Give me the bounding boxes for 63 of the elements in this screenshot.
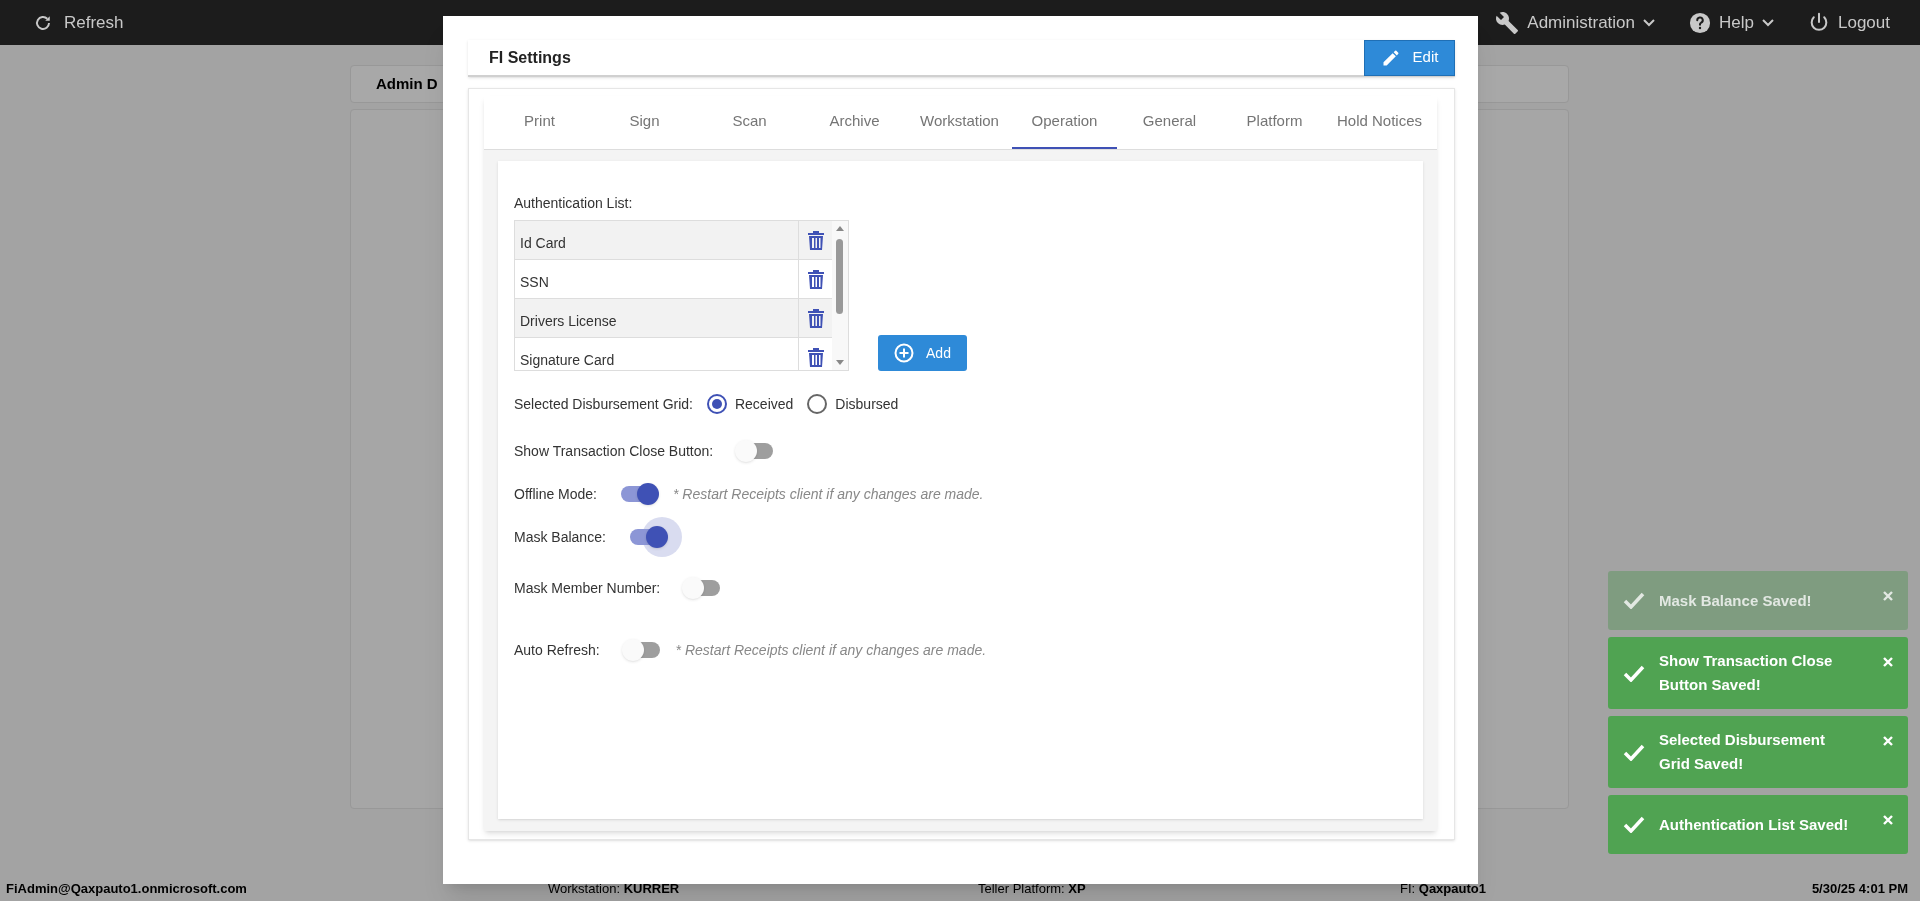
trash-icon[interactable] (807, 308, 824, 328)
menu-button[interactable]: Administration (1495, 9, 1656, 36)
setting-label: Selected Disbursement Grid: (514, 394, 693, 414)
menu-button[interactable]: Help (1689, 9, 1774, 36)
checkmark-icon (1623, 592, 1645, 609)
toggle-switch[interactable] (621, 638, 662, 662)
radio-option[interactable]: Received (706, 393, 794, 415)
user-email: FiAdmin@Qaxpauto1.onmicrosoft.com (6, 879, 247, 898)
scrollbar-thumb[interactable] (836, 239, 844, 314)
setting-label: Mask Balance: (514, 527, 606, 547)
restart-note: * Restart Receipts client if any changes are made. (673, 484, 984, 504)
fi-text: FI: Qaxpauto1 (1400, 879, 1486, 898)
settings-tab[interactable]: General (1117, 96, 1222, 149)
refresh-button[interactable]: Refresh (34, 9, 124, 36)
page-tab[interactable]: Admin D (376, 72, 438, 96)
toast-message: Show Transaction Close Button Saved! (1659, 651, 1834, 695)
settings-tab[interactable]: Archive (802, 96, 907, 149)
setting-label: Mask Member Number: (514, 578, 661, 598)
wrench-icon (1495, 10, 1520, 35)
settings-tab[interactable]: Sign (592, 96, 697, 149)
power-icon (1808, 11, 1830, 34)
close-icon[interactable] (1883, 591, 1893, 601)
field-label: Authentication List: (514, 194, 634, 210)
scroll-down-icon[interactable] (836, 360, 845, 365)
radio-button[interactable] (706, 394, 727, 414)
trash-icon[interactable] (807, 230, 824, 250)
caret-icon (1643, 18, 1656, 27)
checkmark-icon (1623, 816, 1645, 833)
settings-tab[interactable]: Scan (697, 96, 802, 149)
settings-tab[interactable]: Operation (1012, 96, 1117, 149)
toggle-switch[interactable] (619, 482, 659, 506)
list-item[interactable]: SSN (515, 260, 800, 298)
radio-button[interactable] (807, 394, 828, 414)
caret-icon (1762, 18, 1774, 27)
checkmark-icon (1623, 743, 1645, 761)
checkmark-icon (1623, 664, 1645, 682)
scrollbar[interactable] (832, 221, 848, 370)
setting-label: Auto Refresh: (514, 640, 600, 660)
toast-message: Selected Disbursement Grid Saved! (1659, 730, 1826, 774)
restart-note: * Restart Receipts client if any changes are made. (675, 640, 987, 660)
plus-circle-icon (894, 343, 915, 363)
toast-message: Authentication List Saved! (1659, 814, 1850, 835)
toast-message: Mask Balance Saved! (1659, 590, 1813, 611)
setting-label: Show Transaction Close Button: (514, 441, 714, 461)
date-time: 5/30/25 4:01 PM (1811, 879, 1908, 898)
trash-icon[interactable] (807, 347, 824, 367)
list-item[interactable]: Signature Card (515, 338, 800, 370)
add-button[interactable]: Add (878, 335, 967, 371)
menu-button[interactable]: Logout (1808, 9, 1890, 36)
setting-label: Offline Mode: (514, 484, 597, 504)
workstation-text: Workstation: KURRER (548, 879, 680, 898)
radio-option[interactable]: Disbursed (807, 393, 899, 415)
scroll-up-icon[interactable] (836, 226, 845, 231)
settings-tab[interactable]: Hold Notices (1327, 96, 1432, 149)
refresh-icon (34, 13, 52, 32)
settings-tab[interactable]: Print (487, 96, 592, 149)
dialog-title: FI Settings (489, 47, 571, 68)
settings-tab[interactable]: Workstation (907, 96, 1012, 149)
settings-tab[interactable]: Platform (1222, 96, 1327, 149)
help-icon (1689, 11, 1712, 34)
trash-icon[interactable] (807, 269, 824, 289)
platform-text: Teller Platform: XP (978, 879, 1086, 898)
edit-button[interactable]: Edit (1364, 39, 1455, 76)
